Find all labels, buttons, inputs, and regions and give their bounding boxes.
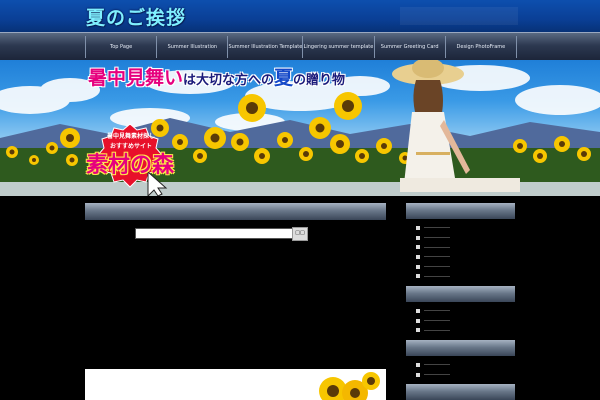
bullet-icon [416,264,420,269]
bullet-icon [416,254,420,259]
link-line [424,227,450,229]
heading-part2: は大切な方への [183,73,275,88]
link-line [424,246,450,248]
list-item[interactable] [416,306,450,316]
list-item[interactable] [416,223,450,233]
link-line [424,256,450,258]
nav-item-summer-greeting-card[interactable]: Summer Greeting Card [373,36,445,58]
sidebar-heading-3 [406,340,515,356]
content-panel [85,369,386,400]
nav-item-design-photoframe[interactable]: Design PhotoFrame [444,36,517,58]
link-line [424,275,450,277]
header-right-slot [400,7,518,25]
link-line [424,310,450,312]
list-item[interactable] [416,262,450,272]
main-nav: Top Page Summer Illustration Summer Illu… [0,32,600,61]
site-title[interactable]: 夏のご挨拶 [86,3,186,30]
nav-item-lingering-summer-template[interactable]: Lingering summer template [302,36,373,58]
mountains [0,118,600,150]
list-item[interactable] [416,316,450,326]
burst-line-1: 暑中見舞素材探し [106,133,155,140]
bullet-icon [416,235,420,240]
link-line [424,329,450,331]
heading-part4: の贈り物 [293,73,346,88]
list-item[interactable] [416,360,450,370]
bullet-icon [416,274,420,279]
site-header: 夏のご挨拶 [0,0,600,32]
list-item[interactable] [416,271,450,281]
nav-item-summer-illustration-template[interactable]: Summer Illustration Template [227,36,302,58]
search-input[interactable] [135,228,293,239]
list-item[interactable] [416,252,450,262]
list-item[interactable] [416,233,450,243]
recommended-site-link[interactable]: 素材の森 [86,147,174,179]
sidebar-heading-2 [406,286,515,302]
sunflower-image [319,372,380,400]
main-title-bar [85,203,386,220]
bullet-icon [416,372,420,377]
heading-part3: 夏 [274,67,294,89]
link-line [424,364,450,366]
link-line [424,320,450,322]
banner-heading: 暑中見舞いは大切な方への夏の贈り物 [88,63,345,90]
bullet-icon [416,362,420,367]
sidebar-list-2 [416,306,450,335]
list-item[interactable] [416,370,450,380]
nav-item-summer-illustration[interactable]: Summer Illustration [156,36,227,58]
heading-part1: 暑中見舞い [88,67,184,89]
bullet-icon [416,245,420,250]
hero-banner: 暑中見舞いは大切な方への夏の贈り物 暑中見舞素材探し おすすめサイト 素材の森 [0,60,600,196]
sidebar-heading-1 [406,203,515,219]
bullet-icon [416,318,420,323]
link-line [424,237,450,239]
bullet-icon [416,225,420,230]
sidebar-list-3 [416,360,450,379]
bullet-icon [416,308,420,313]
list-item[interactable] [416,242,450,252]
search-button[interactable]: □□ [292,227,308,241]
nav-item-top-page[interactable]: Top Page [85,36,156,58]
list-item[interactable] [416,325,450,335]
link-line [424,374,450,376]
sidebar-heading-4 [406,384,515,400]
bullet-icon [416,328,420,333]
sidebar-list-1 [416,223,450,281]
link-line [424,266,450,268]
